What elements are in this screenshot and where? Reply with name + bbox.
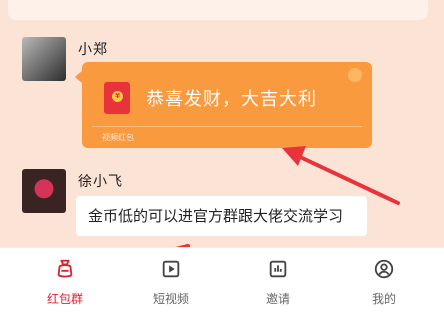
short-video-icon (162, 260, 180, 278)
tab-short-video[interactable]: 短视频 (136, 258, 206, 307)
bottom-tab-bar: 红包群 短视频 邀请 我的 (0, 247, 444, 315)
tab-label: 短视频 (152, 292, 189, 306)
tab-label: 邀请 (265, 292, 290, 306)
invite-icon (269, 260, 287, 278)
tab-invite[interactable]: 邀请 (243, 258, 313, 307)
tab-red-packet-group[interactable]: 红包群 (30, 258, 100, 307)
tab-profile[interactable]: 我的 (349, 258, 419, 307)
tab-label: 红包群 (46, 292, 83, 306)
profile-icon (374, 259, 394, 279)
red-packet-group-icon (57, 259, 73, 278)
tab-label: 我的 (371, 292, 396, 306)
